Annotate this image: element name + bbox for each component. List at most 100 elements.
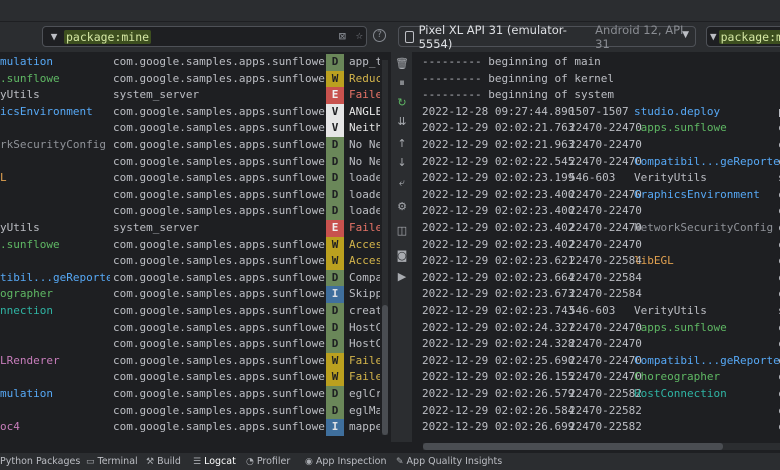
scrollbar-thumb[interactable] — [423, 443, 723, 450]
log-message: HostC — [349, 320, 380, 334]
log-row[interactable]: oc4 com.google.samples.apps.sunflower Imap… — [0, 419, 380, 436]
log-row[interactable]: 2022-12-29 02:02:23.66422470-22584c — [422, 270, 780, 287]
log-row[interactable]: 2022-12-29 02:02:24.327 22470-22470 .apps.… — [422, 320, 780, 337]
log-row[interactable]: 2022-12-29 02:02:23.743 546-603 VerityUtil… — [422, 303, 780, 320]
log-row[interactable]: LRenderer com.google.samples.apps.sunflow… — [0, 352, 380, 370]
log-row[interactable]: nnection com.google.samples.apps.sunflowe… — [0, 303, 380, 320]
log-row[interactable]: com.google.samples.apps.sunflower D No Ne — [0, 153, 380, 171]
tab-label: App Inspection — [315, 456, 387, 467]
log-timestamp: 2022-12-29 02:02:23.400 — [422, 204, 575, 218]
log-row[interactable]: 2022-12-29 02:02:24.32822470-22470c — [422, 336, 780, 353]
log-row[interactable]: 2022-12-29 02:02:23.67322470-22584c — [422, 286, 780, 303]
log-tag: tibil...geReporter — [0, 270, 110, 284]
log-row[interactable]: com.google.samples.apps.sunflower Dloade — [0, 186, 380, 204]
log-row[interactable]: .sunflowe com.google.samples.apps.sunflow… — [0, 70, 380, 88]
log-row[interactable]: 2022-12-29 02:02:26.579 22470-22582 HostCo… — [422, 386, 780, 403]
soft-wrap-icon[interactable]: ⤶ — [391, 176, 413, 190]
log-tag: yUtils — [0, 221, 40, 234]
settings-icon[interactable]: ⚙ — [391, 200, 413, 213]
trash-icon[interactable]: 🗑 — [391, 57, 413, 70]
tab-profiler[interactable]: ◔ Profiler — [246, 455, 290, 469]
log-row[interactable]: 2022-12-29 02:02:21.96322470-22470c — [422, 137, 780, 154]
log-tag: GraphicsEnvironment — [634, 187, 760, 201]
log-message: mappe — [349, 420, 380, 434]
down-icon[interactable]: ↓ — [391, 156, 413, 169]
log-row[interactable]: 2022-12-29 02:02:26.69922470-22582c — [422, 419, 780, 436]
filter-icon: ▼ — [710, 30, 717, 43]
log-row[interactable]: icsEnvironment com.google.samples.apps.su… — [0, 103, 380, 121]
scrollbar-thumb[interactable] — [382, 305, 388, 435]
log-row[interactable]: 2022-12-29 02:02:23.199 546-603 VerityUtil… — [422, 170, 780, 187]
log-package: com.google.samples.apps.sunflower — [113, 270, 332, 284]
tab-build[interactable]: ⚒ Build — [146, 455, 181, 469]
log-row[interactable]: 2022-12-29 02:02:23.400 22470-22470 Graphi… — [422, 187, 780, 204]
log-message: eglMa — [349, 403, 380, 417]
log-timestamp: 2022-12-28 09:27:44.890 — [422, 104, 575, 118]
log-row[interactable]: 2022-12-29 02:02:23.402 22470-22470 Networ… — [422, 220, 780, 237]
log-row[interactable]: 2022-12-29 02:02:26.58422470-22582c — [422, 403, 780, 420]
log-row[interactable]: ographer com.google.samples.apps.sunflowe… — [0, 286, 380, 303]
logcat-filter-input-right[interactable]: ▼ package:mine — [706, 26, 780, 47]
tab-app-inspection[interactable]: ◉ App Inspection — [305, 455, 387, 469]
filter-query: package:mine — [64, 29, 152, 44]
help-icon[interactable]: ? — [373, 29, 386, 42]
log-message: Compa — [349, 270, 380, 284]
close-icon[interactable]: ⊠ — [339, 29, 346, 43]
tab-logcat[interactable]: ☰ Logcat — [193, 455, 236, 469]
log-tag: nnection — [0, 304, 53, 317]
log-message: Acces — [349, 237, 380, 251]
log-row[interactable]: yUtils system_server E Faile — [0, 87, 380, 104]
log-message: Faile — [349, 353, 380, 367]
log-row[interactable]: 2022-12-29 02:02:22.545 22470-22470 Compat… — [422, 154, 780, 171]
filter-query: package:mine — [718, 29, 780, 44]
log-row[interactable]: rkSecurityConfig com.google.samples.apps.… — [0, 137, 380, 154]
log-tag: .sunflowe — [0, 237, 60, 251]
scroll-to-end-icon[interactable]: ⇊ — [391, 115, 413, 128]
log-timestamp: 2022-12-29 02:02:26.579 — [422, 387, 575, 400]
log-row[interactable]: com.google.samples.apps.sunflower W Acces — [0, 253, 380, 270]
star-icon[interactable]: ☆ — [356, 28, 363, 42]
log-row[interactable]: com.google.samples.apps.sunflower Dloade — [0, 203, 380, 220]
log-tag: HostConnection — [634, 387, 727, 400]
log-package: com.google.samples.apps.sunflower — [113, 171, 332, 185]
log-row[interactable]: 2022-12-29 02:02:23.40222470-22470c — [422, 237, 780, 254]
restart-icon[interactable]: ↻ — [391, 96, 413, 109]
log-row[interactable]: com.google.samples.apps.sunflower DeglMa — [0, 402, 380, 420]
vertical-scrollbar[interactable] — [382, 60, 388, 435]
log-row[interactable]: --------- beginning of main — [422, 54, 780, 71]
log-row[interactable]: com.google.samples.apps.sunflower D HostC — [0, 319, 380, 337]
device-selector[interactable]: Pixel XL API 31 (emulator-5554) Android … — [398, 23, 696, 51]
log-row[interactable]: mulation com.google.samples.apps.sunflowe… — [0, 386, 380, 403]
log-row[interactable]: Lcom.google.samples.apps.sunflower Dloade — [0, 170, 380, 187]
log-row[interactable]: com.google.samples.apps.sunflower W Faile — [0, 369, 380, 386]
horizontal-scrollbar[interactable] — [423, 443, 780, 450]
logcat-left-pane[interactable]: mulation com.google.samples.apps.sunflowe… — [0, 52, 380, 442]
log-message: No Ne — [349, 154, 380, 168]
log-row[interactable]: tibil...geReporter com.google.samples.app… — [0, 269, 380, 287]
camera-icon[interactable]: ◙ — [391, 249, 413, 262]
tab-python-packages[interactable]: Python Packages — [0, 455, 80, 469]
log-row[interactable]: --------- beginning of kernel — [422, 71, 780, 88]
log-level-badge: W — [326, 70, 344, 88]
log-row[interactable]: 2022-12-28 09:27:44.890 1507-1507 studio.d… — [422, 104, 780, 121]
video-icon[interactable]: ▶ — [391, 270, 413, 283]
log-row[interactable]: 2022-12-29 02:02:23.621 22470-22584 libEGL… — [422, 253, 780, 270]
tab-terminal[interactable]: ▭ Terminal — [86, 455, 138, 469]
log-row[interactable]: 2022-12-29 02:02:26.155 22470-22470 Choreo… — [422, 369, 780, 386]
log-row[interactable]: com.google.samples.apps.sunflower V Neith — [0, 120, 380, 137]
log-tag: L — [0, 171, 7, 185]
log-row[interactable]: mulation com.google.samples.apps.sunflowe… — [0, 54, 380, 71]
split-icon[interactable]: ◫ — [391, 224, 413, 237]
up-icon[interactable]: ↑ — [391, 137, 413, 150]
log-row[interactable]: yUtils system_server E Faile — [0, 220, 380, 237]
logcat-right-pane[interactable]: --------- beginning of main --------- beg… — [414, 52, 780, 437]
log-row[interactable]: .sunflowe com.google.samples.apps.sunflow… — [0, 236, 380, 254]
tab-app-quality-insights[interactable]: ✎ App Quality Insights — [396, 455, 502, 469]
pause-icon[interactable]: ⏸ — [391, 76, 413, 90]
logcat-filter-input[interactable]: ▼ package:mine ⊠ ☆ — [42, 26, 367, 47]
log-row[interactable]: 2022-12-29 02:02:21.763 22470-22470 .apps.… — [422, 120, 780, 137]
log-row[interactable]: 2022-12-29 02:02:23.40022470-22470c — [422, 203, 780, 220]
log-row[interactable]: 2022-12-29 02:02:25.690 22470-22470 Compat… — [422, 353, 780, 370]
log-row[interactable]: --------- beginning of system — [422, 87, 780, 104]
log-row[interactable]: com.google.samples.apps.sunflower D HostC — [0, 336, 380, 353]
